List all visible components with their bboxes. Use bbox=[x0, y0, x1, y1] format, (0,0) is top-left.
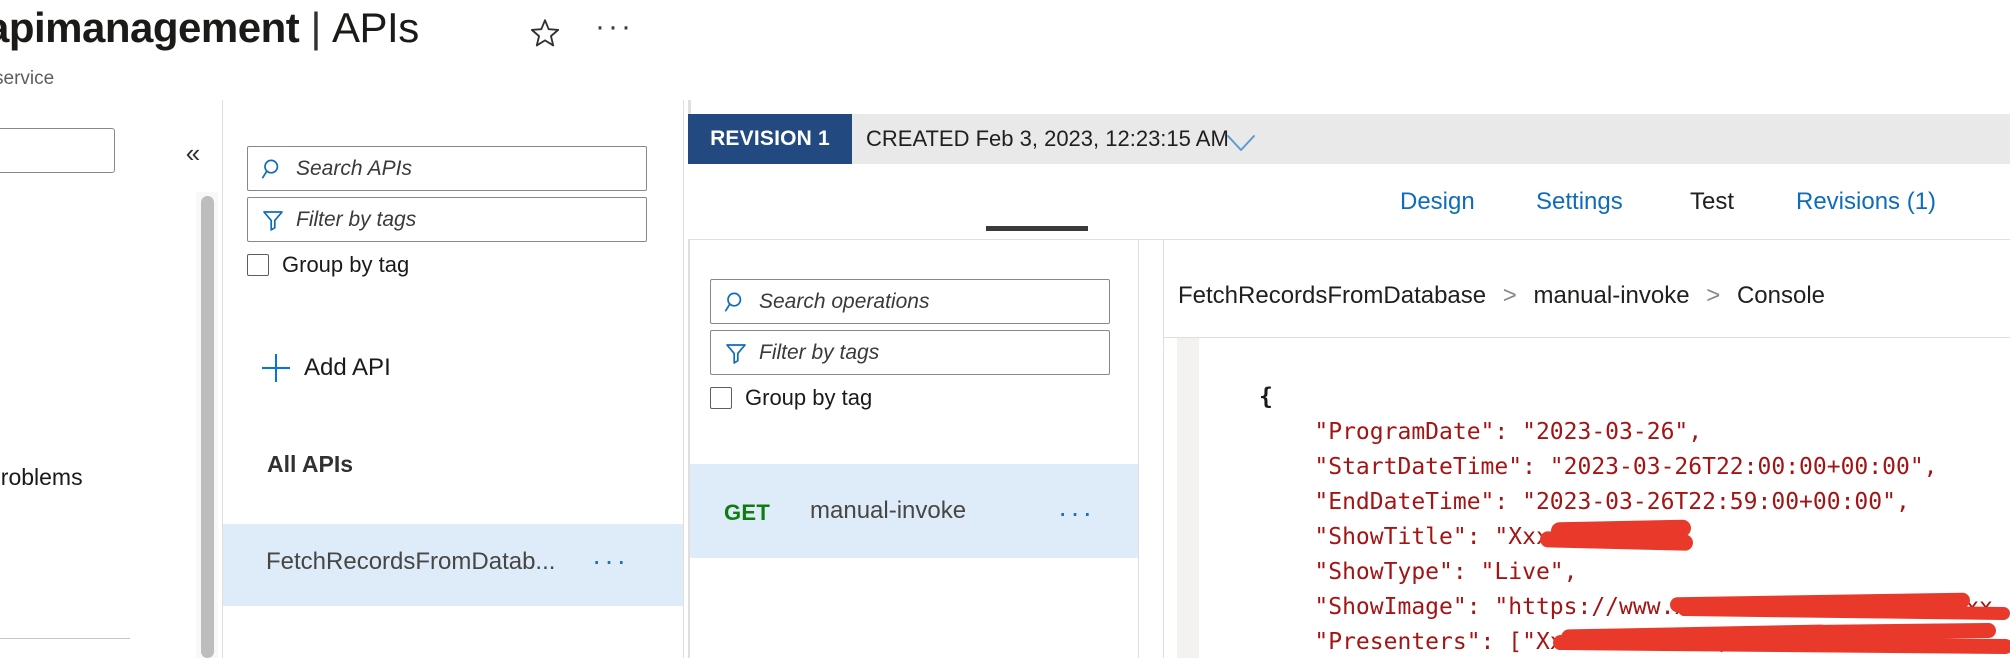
api-list-item-ellipsis-icon[interactable]: ··· bbox=[592, 547, 629, 575]
tab-settings[interactable]: Settings bbox=[1536, 164, 1623, 239]
checkbox-box[interactable] bbox=[247, 254, 269, 276]
operation-ellipsis-icon[interactable]: ··· bbox=[1058, 499, 1095, 527]
search-icon bbox=[261, 157, 285, 181]
star-outline-icon[interactable] bbox=[528, 16, 562, 50]
search-apis-placeholder: Search APIs bbox=[296, 156, 412, 180]
group-by-tag-apis-label: Group by tag bbox=[282, 252, 410, 277]
api-tabs: Design Settings Test Revisions (1) Chang… bbox=[688, 164, 2010, 239]
revision-badge-label: REVISION 1 bbox=[710, 127, 830, 150]
operation-method-badge: GET bbox=[724, 500, 771, 525]
breadcrumb-separator: > bbox=[1706, 282, 1721, 309]
group-by-tag-operations-checkbox[interactable]: Group by tag bbox=[710, 385, 872, 411]
page-title: apimanagement | APIs bbox=[0, 4, 419, 52]
api-list-scrollbar-thumb[interactable] bbox=[201, 196, 214, 658]
api-list-item-label: FetchRecordsFromDatab... bbox=[266, 548, 556, 575]
divider bbox=[1138, 240, 1139, 658]
checkbox-box[interactable] bbox=[710, 387, 732, 409]
filter-tags-apis-placeholder: Filter by tags bbox=[296, 207, 417, 231]
revision-created-timestamp: CREATED Feb 3, 2023, 12:23:15 AM bbox=[866, 126, 1229, 151]
group-by-tag-operations-label: Group by tag bbox=[745, 385, 873, 410]
blade-text-fragment-problems: problems bbox=[0, 464, 83, 490]
breadcrumb-item-api[interactable]: FetchRecordsFromDatabase bbox=[1178, 282, 1486, 309]
funnel-filter-icon bbox=[261, 208, 285, 232]
page-title-main: apimanagement bbox=[0, 4, 300, 51]
ellipsis-icon[interactable]: ··· bbox=[595, 12, 634, 42]
blade-search-input[interactable] bbox=[0, 128, 115, 173]
http-response-body-viewer[interactable]: { "ProgramDate": "2023-03-26", "StartDat… bbox=[1199, 338, 2010, 658]
divider bbox=[1163, 240, 1164, 658]
breadcrumb-separator: > bbox=[1502, 282, 1517, 309]
active-tab-indicator bbox=[986, 226, 1088, 231]
group-by-tag-apis-checkbox[interactable]: Group by tag bbox=[247, 252, 409, 278]
tab-revisions[interactable]: Revisions (1) bbox=[1796, 164, 1936, 239]
tab-test[interactable]: Test bbox=[1690, 164, 1734, 239]
add-api-button[interactable]: Add API bbox=[262, 354, 391, 382]
page-title-separator: | bbox=[310, 4, 321, 51]
filter-by-tags-operations-input[interactable]: Filter by tags bbox=[710, 330, 1110, 375]
page-subtitle: service bbox=[0, 68, 55, 89]
plus-icon bbox=[262, 354, 290, 382]
search-apis-input[interactable]: Search APIs bbox=[247, 146, 647, 191]
json-response-body: { "ProgramDate": "2023-03-26", "StartDat… bbox=[1259, 384, 1993, 655]
chevron-down-icon[interactable] bbox=[1225, 132, 1257, 154]
all-apis-section-heading: All APIs bbox=[267, 451, 354, 477]
filter-tags-operations-placeholder: Filter by tags bbox=[759, 340, 880, 364]
filter-by-tags-apis-input[interactable]: Filter by tags bbox=[247, 197, 647, 242]
breadcrumb-item-console: Console bbox=[1736, 282, 1825, 309]
search-operations-input[interactable]: Search operations bbox=[710, 279, 1110, 324]
double-chevron-left-icon[interactable]: « bbox=[176, 136, 210, 170]
tab-design[interactable]: Design bbox=[1400, 164, 1475, 239]
code-gutter bbox=[1177, 338, 1199, 658]
breadcrumb-item-operation[interactable]: manual-invoke bbox=[1533, 282, 1689, 309]
funnel-filter-icon bbox=[724, 341, 748, 365]
left-blade-fragment bbox=[0, 100, 170, 658]
page-title-suffix: APIs bbox=[332, 4, 419, 51]
divider bbox=[0, 638, 130, 639]
search-operations-placeholder: Search operations bbox=[759, 289, 930, 313]
breadcrumb-items: FetchRecordsFromDatabase > manual-invoke… bbox=[1178, 282, 1825, 310]
add-api-label: Add API bbox=[304, 354, 391, 381]
operation-name-label: manual-invoke bbox=[810, 497, 967, 524]
revision-badge: REVISION 1 bbox=[688, 114, 852, 164]
search-icon bbox=[724, 290, 748, 314]
